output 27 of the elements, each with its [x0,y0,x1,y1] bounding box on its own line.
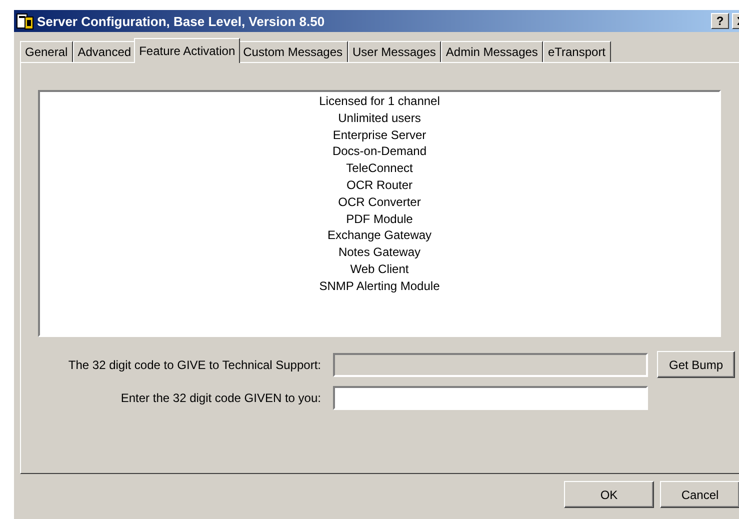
tab[interactable]: Custom Messages [238,41,348,62]
tab[interactable]: General [20,41,73,62]
feature-item: OCR Converter [338,194,421,211]
feature-item: Enterprise Server [332,126,426,144]
code-field[interactable] [333,386,648,410]
tab[interactable]: Admin Messages [440,41,543,62]
feature-item: TeleConnect [346,160,413,177]
feature-item: Notes Gateway [338,244,421,261]
field-label: Enter the 32 digit code GIVEN to you: [120,390,322,404]
tab[interactable]: Feature Activation [134,38,240,63]
field-label: The 32 digit code to GIVE to Technical Support: [67,358,322,372]
feature-item: PDF Module [346,210,413,228]
feature-item: SNMP Alerting Module [319,278,440,295]
feature-item: Exchange Gateway [327,227,432,244]
feature-item: Web Client [350,260,409,278]
ok-button[interactable]: OK [564,481,654,508]
feature-item: Docs-on-Demand [332,143,427,160]
server-app-icon [16,12,34,30]
window-title: Server Configuration, Base Level, Version 8.50 [37,14,326,28]
tab[interactable]: eTransport [542,41,611,62]
help-button[interactable]: ? [711,13,729,29]
tab[interactable]: Advanced [72,41,136,62]
feature-item: Licensed for 1 channel [319,93,440,110]
feature-item: Unlimited users [338,110,421,127]
cancel-button[interactable]: Cancel [660,481,739,508]
feature-item: OCR Router [346,176,413,194]
tab[interactable]: User Messages [348,41,441,62]
